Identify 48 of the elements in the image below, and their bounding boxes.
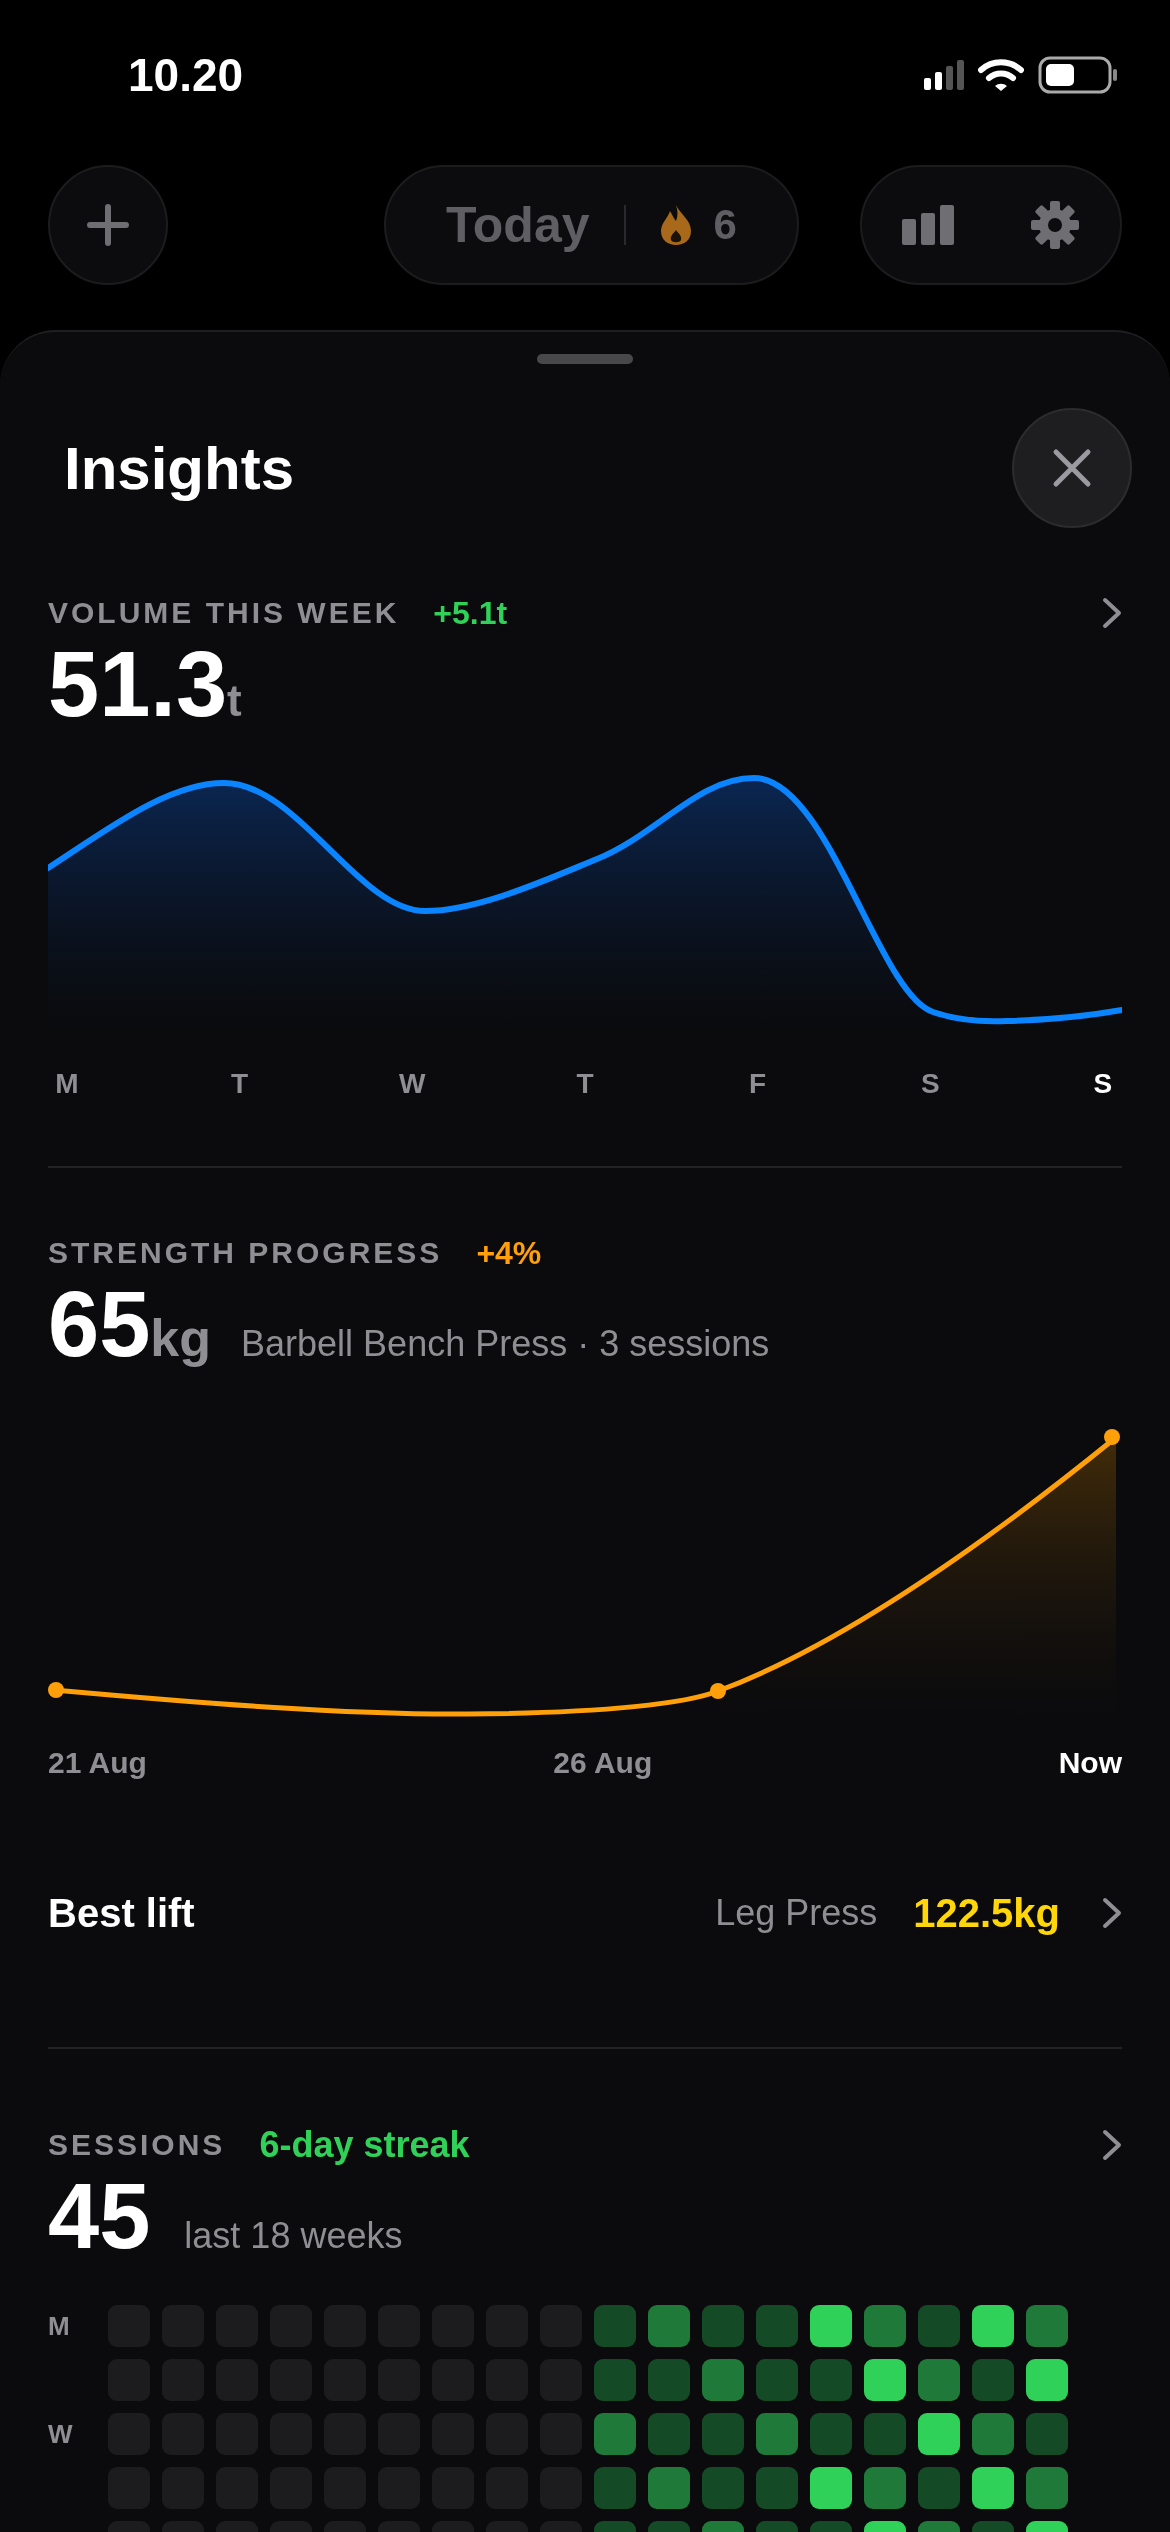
streak-count: 6 <box>713 201 737 249</box>
day-label: T <box>575 1068 595 1100</box>
settings-icon[interactable] <box>1030 200 1080 250</box>
best-lift-label: Best lift <box>48 1890 195 1936</box>
strength-unit: kg <box>150 1308 212 1368</box>
day-label: F <box>748 1068 768 1100</box>
signal-icon <box>924 60 964 90</box>
change-value: +4% <box>476 1234 542 1272</box>
today-label: Today <box>446 196 590 254</box>
date-label: 26 Aug <box>553 1746 653 1780</box>
day-label: W <box>398 1068 427 1100</box>
plus-icon <box>86 203 130 247</box>
sheet-title: Insights <box>64 433 294 503</box>
weekday-label: M <box>48 2310 70 2341</box>
volume-value: 51.3 <box>48 638 228 730</box>
flame-icon <box>659 204 692 246</box>
close-icon <box>1052 448 1092 488</box>
weekday-label: W <box>48 2418 73 2449</box>
status-time: 10.20 <box>128 48 244 102</box>
chevron-icon[interactable] <box>1102 2129 1122 2161</box>
wifi-icon <box>978 58 1024 92</box>
day-label: S <box>1092 1068 1114 1100</box>
chart-point <box>1104 1429 1120 1445</box>
drag-handle[interactable] <box>537 354 633 364</box>
chart-point <box>710 1683 726 1699</box>
day-label: M <box>54 1068 80 1100</box>
best-lift-weight: 122.5kg <box>913 1890 1060 1936</box>
period-label: last 18 weeks <box>184 2215 403 2257</box>
chevron-icon <box>1102 1897 1122 1929</box>
section-label: VOLUME THIS WEEK <box>48 596 400 630</box>
exercise-detail: Barbell Bench Press · 3 sessions <box>241 1323 770 1365</box>
change-value: +5.1t <box>433 594 508 632</box>
streak-label: 6-day streak <box>259 2124 470 2166</box>
sessions-value: 45 <box>48 2170 151 2262</box>
best-lift-exercise: Leg Press <box>715 1892 878 1934</box>
volume-unit: t <box>227 676 242 726</box>
section-label: STRENGTH PROGRESS <box>48 1236 443 1270</box>
battery-icon <box>1038 56 1118 94</box>
bar-chart-icon[interactable] <box>902 205 954 245</box>
date-label: 21 Aug <box>48 1746 147 1780</box>
strength-value: 65 <box>48 1278 151 1370</box>
date-label: Now <box>1058 1746 1122 1780</box>
best-lift-row[interactable]: Best lift Leg Press 122.5kg <box>48 1883 1122 1943</box>
chart-point <box>48 1682 64 1698</box>
day-label: S <box>919 1068 941 1100</box>
day-label: T <box>230 1068 250 1100</box>
section-label: SESSIONS <box>48 2128 226 2162</box>
chevron-icon[interactable] <box>1102 597 1122 629</box>
